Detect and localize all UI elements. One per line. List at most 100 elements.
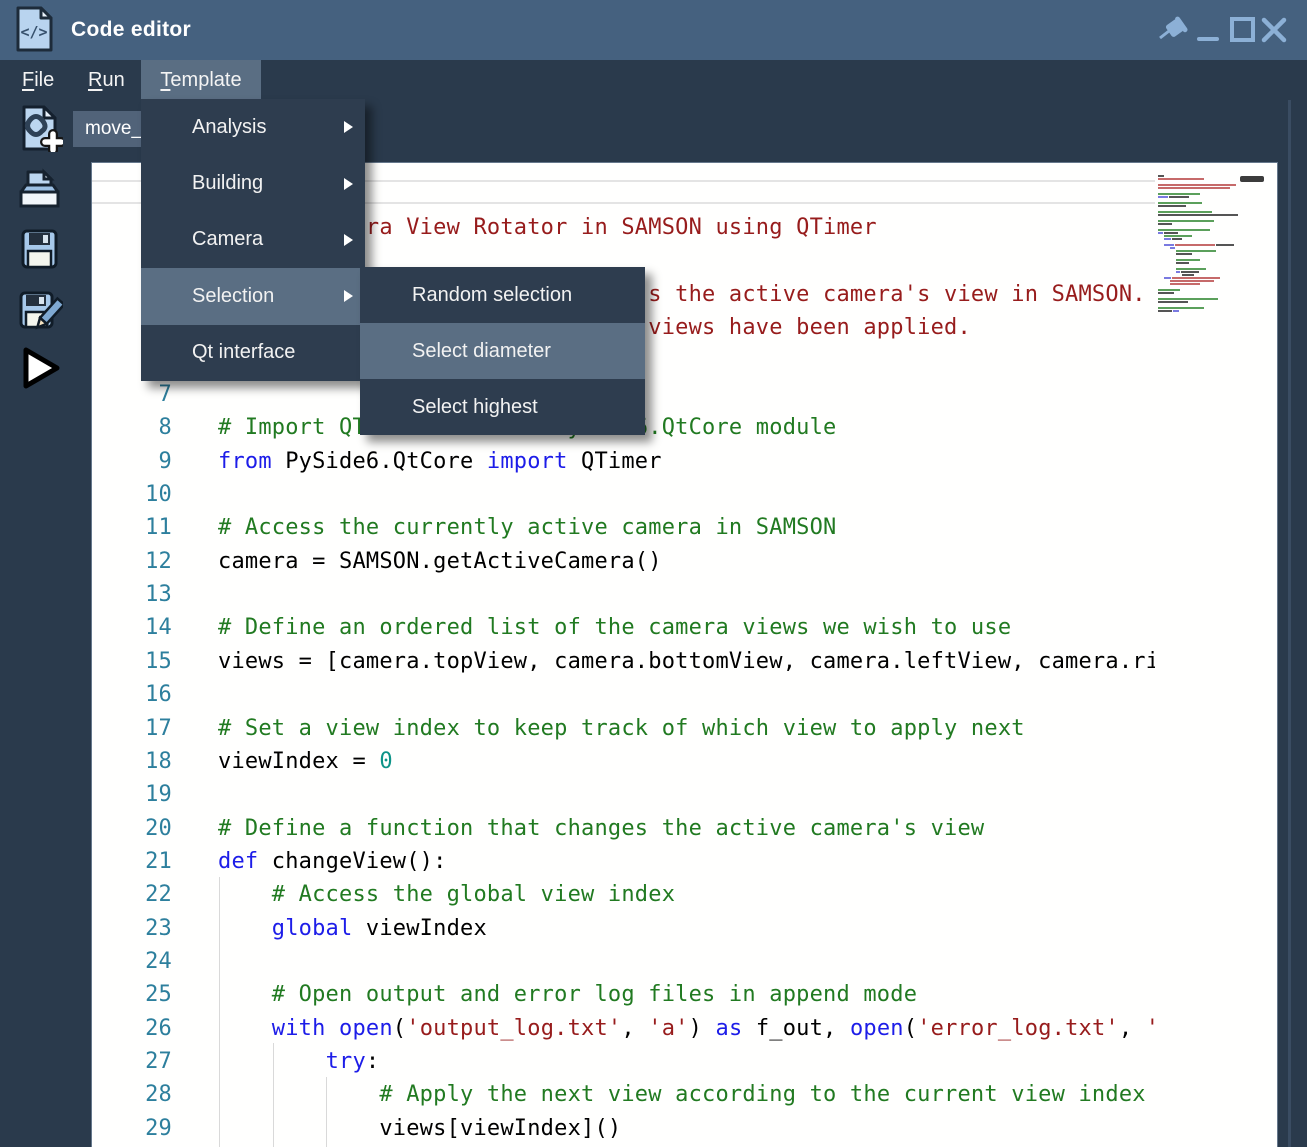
line-number: 21 <box>92 845 172 878</box>
save-script-button[interactable] <box>16 226 63 273</box>
menu-item-camera[interactable]: Camera <box>141 212 365 268</box>
line-number: 28 <box>92 1078 172 1111</box>
menu-item-label: Selection <box>192 285 274 308</box>
close-button[interactable] <box>1258 13 1292 47</box>
line-number: 9 <box>92 445 172 478</box>
menu-item-label: Random selection <box>412 284 572 307</box>
play-icon <box>16 345 63 392</box>
menu-file[interactable]: File <box>22 60 54 100</box>
code-line: 16 <box>92 678 1155 711</box>
code-line: 9from PySide6.QtCore import QTimer <box>92 445 1155 478</box>
code-text <box>172 945 218 978</box>
code-line: 13 <box>92 578 1155 611</box>
menu-template[interactable]: Template <box>141 60 261 100</box>
save-icon <box>16 226 63 273</box>
code-text: # Apply the next view according to the c… <box>172 1078 1146 1111</box>
menu-item-building[interactable]: Building <box>141 155 365 211</box>
submenu-arrow-icon <box>344 290 353 302</box>
line-number: 22 <box>92 878 172 911</box>
line-number: 17 <box>92 712 172 745</box>
menu-item-random-selection[interactable]: Random selection <box>360 267 645 323</box>
code-line: 23 global viewIndex <box>92 912 1155 945</box>
menu-item-select-diameter[interactable]: Select diameter <box>360 323 645 379</box>
menu-item-label: Building <box>192 172 263 195</box>
code-text: with open('output_log.txt', 'a') as f_ou… <box>172 1012 1155 1045</box>
menu-item-label: Select highest <box>412 396 538 419</box>
code-editor-window: </> Code editor File Run Template <box>0 0 1307 1147</box>
code-text <box>172 378 218 411</box>
code-text: # Set a view index to keep track of whic… <box>172 712 1025 745</box>
line-number: 11 <box>92 511 172 544</box>
code-text <box>172 778 218 811</box>
save-script-as-button[interactable] <box>16 288 63 335</box>
code-line: 26 with open('output_log.txt', 'a') as f… <box>92 1012 1155 1045</box>
code-line: 22 # Access the global view index <box>92 878 1155 911</box>
code-line: 27 try: <box>92 1045 1155 1078</box>
code-text: viewIndex = 0 <box>172 745 393 778</box>
line-number: 27 <box>92 1045 172 1078</box>
line-number: 18 <box>92 745 172 778</box>
menu-run[interactable]: Run <box>88 60 125 100</box>
line-number: 26 <box>92 1012 172 1045</box>
open-file-icon <box>16 166 63 213</box>
maximize-button[interactable] <box>1227 13 1261 47</box>
code-line: 29 views[viewIndex]() <box>92 1112 1155 1145</box>
code-line: 25 # Open output and error log files in … <box>92 978 1155 1011</box>
code-line: 14# Define an ordered list of the camera… <box>92 611 1155 644</box>
run-script-button[interactable] <box>16 345 63 392</box>
code-text <box>172 678 218 711</box>
code-line: 19 <box>92 778 1155 811</box>
code-text: views = [camera.topView, camera.bottomVi… <box>172 645 1155 678</box>
line-number: 29 <box>92 1112 172 1145</box>
line-number: 14 <box>92 611 172 644</box>
open-script-button[interactable] <box>16 166 63 213</box>
submenu-arrow-icon <box>344 234 353 246</box>
new-python-script-button[interactable] <box>16 105 63 152</box>
code-text <box>172 478 218 511</box>
menu-item-label: Camera <box>192 228 263 251</box>
line-number: 8 <box>92 411 172 444</box>
code-text: # Open output and error log files in app… <box>172 978 917 1011</box>
title-bar: </> Code editor <box>0 0 1307 60</box>
menu-item-qt-interface[interactable]: Qt interface <box>141 325 365 381</box>
line-number: 12 <box>92 545 172 578</box>
code-line: 18viewIndex = 0 <box>92 745 1155 778</box>
menu-item-select-highest[interactable]: Select highest <box>360 379 645 435</box>
code-text: # Define a function that changes the act… <box>172 812 984 845</box>
code-text: camera = SAMSON.getActiveCamera() <box>172 545 662 578</box>
code-line: 21def changeView(): <box>92 845 1155 878</box>
code-text: # Access the global view index <box>172 878 675 911</box>
code-line: 12camera = SAMSON.getActiveCamera() <box>92 545 1155 578</box>
indent-guide <box>273 1043 274 1147</box>
code-line: 28 # Apply the next view according to th… <box>92 1078 1155 1111</box>
selection-submenu: Random selection Select diameter Select hi… <box>360 267 645 435</box>
line-number: 19 <box>92 778 172 811</box>
template-menu: Analysis Building Camera Selection Qt interf… <box>141 99 365 381</box>
minimize-button[interactable] <box>1194 13 1228 47</box>
scrollbar-thumb[interactable] <box>1240 176 1264 182</box>
code-text: # Access the currently active camera in … <box>172 511 836 544</box>
minimap-row <box>1158 187 1240 190</box>
pin-button[interactable] <box>1156 13 1190 47</box>
code-line: 17# Set a view index to keep track of wh… <box>92 712 1155 745</box>
menu-item-selection[interactable]: Selection <box>141 268 365 324</box>
minimap[interactable] <box>1158 175 1240 335</box>
indent-guide <box>326 1077 327 1147</box>
code-text: def changeView(): <box>172 845 447 878</box>
line-number: 15 <box>92 645 172 678</box>
window-edge <box>1288 100 1291 1147</box>
indent-guide <box>219 877 220 1147</box>
new-python-file-icon <box>16 105 63 152</box>
submenu-arrow-icon <box>344 121 353 133</box>
code-line: 24 <box>92 945 1155 978</box>
menu-item-label: Qt interface <box>192 341 295 364</box>
code-text: from PySide6.QtCore import QTimer <box>172 445 662 478</box>
minimap-row <box>1158 310 1240 313</box>
menu-item-analysis[interactable]: Analysis <box>141 99 365 155</box>
submenu-arrow-icon <box>344 178 353 190</box>
code-line: 15views = [camera.topView, camera.bottom… <box>92 645 1155 678</box>
menu-bar: File Run Template <box>0 60 1307 100</box>
line-number: 23 <box>92 912 172 945</box>
menu-item-label: Analysis <box>192 116 266 139</box>
minimap-row <box>1158 214 1240 217</box>
